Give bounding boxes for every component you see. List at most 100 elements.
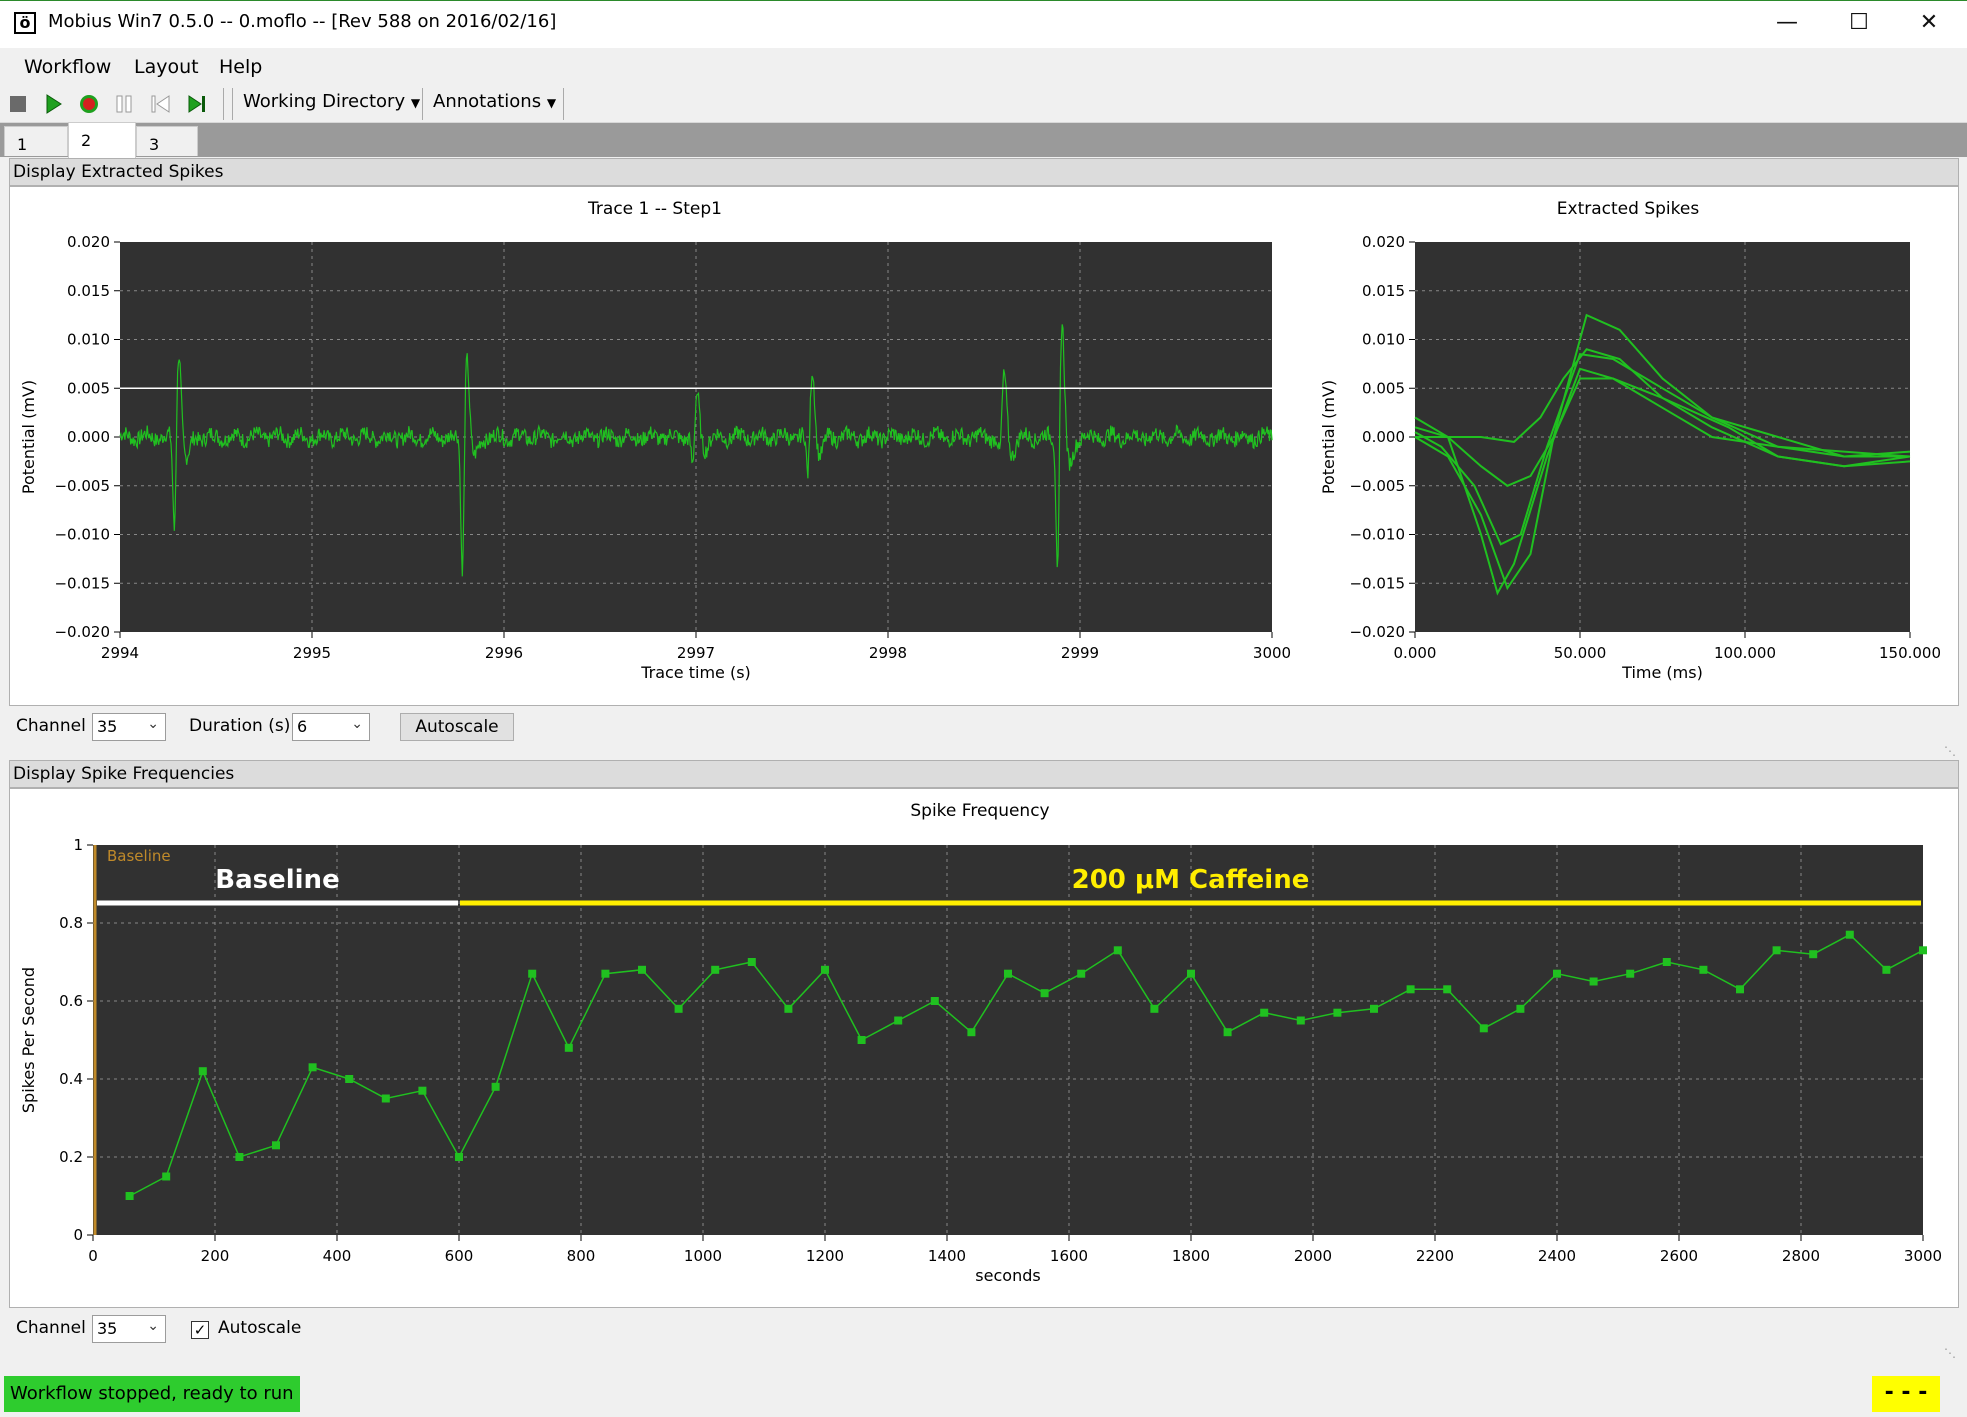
menu-help[interactable]: Help bbox=[219, 56, 262, 78]
frequency-point bbox=[455, 1153, 463, 1161]
x-tick-label: 1600 bbox=[1050, 1247, 1088, 1265]
frequency-point bbox=[1626, 969, 1635, 978]
channel-value: 35 bbox=[97, 717, 118, 736]
skip-back-icon[interactable] bbox=[151, 95, 171, 113]
status-indicator: - - - bbox=[1872, 1376, 1940, 1412]
x-tick-label: 2000 bbox=[1294, 1247, 1332, 1265]
toolbar-separator bbox=[422, 88, 423, 120]
trace-chart[interactable]: 2994 2995 2996 2997 2998 2999 3000 0.020 0.015 0.… bbox=[20, 222, 1300, 692]
channel-label: Channel bbox=[16, 1318, 86, 1338]
x-tick-label: 2998 bbox=[869, 644, 907, 662]
x-tick-label: 50.000 bbox=[1554, 644, 1607, 662]
autoscale-checkbox[interactable]: ✓ bbox=[191, 1321, 209, 1339]
spike-frequency-chart[interactable]: 0 200 400 600 800 1000 1200 1400 1600 1800 2000 220… bbox=[20, 828, 1960, 1298]
y-tick-label: 0.8 bbox=[59, 914, 83, 932]
x-tick-label: 600 bbox=[445, 1247, 474, 1265]
resize-grip-icon[interactable]: ⋱ bbox=[1944, 1346, 1956, 1360]
extracted-spikes-chart[interactable]: 0.000 50.000 100.000 150.000 0.020 0.015 0.010… bbox=[1320, 222, 1940, 692]
frequency-point bbox=[272, 1141, 280, 1150]
frequency-point bbox=[308, 1063, 317, 1072]
chevron-down-icon: ▼ bbox=[410, 96, 421, 110]
frequency-point bbox=[894, 1016, 903, 1025]
annotation-label: Baseline bbox=[215, 865, 339, 895]
x-tick-label: 1200 bbox=[806, 1247, 844, 1265]
y-axis-label: Potential (mV) bbox=[1320, 380, 1338, 494]
y-tick-label: −0.005 bbox=[1349, 477, 1405, 495]
channel-select[interactable]: 35 ⌄ bbox=[92, 713, 166, 741]
frequency-point bbox=[1772, 946, 1781, 955]
x-tick-label: 200 bbox=[201, 1247, 230, 1265]
duration-value: 6 bbox=[297, 717, 308, 736]
close-icon[interactable]: ✕ bbox=[1894, 0, 1964, 46]
y-tick-label: 0.010 bbox=[67, 331, 110, 349]
tab-1[interactable]: 1 bbox=[4, 126, 68, 156]
x-tick-label: 2994 bbox=[101, 644, 139, 662]
frequency-point bbox=[1882, 965, 1891, 974]
frequency-point bbox=[1333, 1008, 1342, 1017]
play-icon[interactable] bbox=[45, 94, 63, 114]
autoscale-label: Autoscale bbox=[218, 1318, 302, 1338]
x-tick-label: 1400 bbox=[928, 1247, 966, 1265]
annotations-dropdown[interactable]: Annotations ▼ bbox=[433, 91, 556, 112]
x-tick-label: 2600 bbox=[1660, 1247, 1698, 1265]
tab-2[interactable]: 2 bbox=[68, 122, 136, 158]
menu-layout[interactable]: Layout bbox=[134, 56, 199, 78]
y-tick-label: 0.015 bbox=[1362, 282, 1405, 300]
x-tick-label: 2995 bbox=[293, 644, 331, 662]
y-tick-label: 0.015 bbox=[67, 282, 110, 300]
chevron-down-icon: ⌄ bbox=[147, 716, 159, 732]
y-tick-label: 0.005 bbox=[67, 379, 110, 397]
frequency-point bbox=[1040, 989, 1049, 998]
x-axis-label: Time (ms) bbox=[1621, 663, 1703, 682]
x-tick-label: 2800 bbox=[1782, 1247, 1820, 1265]
y-tick-label: −0.010 bbox=[1349, 526, 1405, 544]
menu-workflow[interactable]: Workflow bbox=[24, 56, 111, 78]
frequency-point bbox=[1809, 950, 1818, 959]
pause-icon[interactable] bbox=[115, 95, 133, 113]
autoscale-button[interactable]: Autoscale bbox=[400, 713, 514, 741]
stop-icon[interactable] bbox=[10, 96, 26, 112]
resize-grip-icon[interactable]: ⋱ bbox=[1944, 744, 1956, 758]
x-tick-label: 3000 bbox=[1253, 644, 1291, 662]
maximize-icon[interactable]: ☐ bbox=[1824, 0, 1894, 46]
menu-bar bbox=[0, 48, 1967, 86]
channel-select[interactable]: 35 ⌄ bbox=[92, 1315, 166, 1343]
frequency-point bbox=[857, 1036, 866, 1044]
y-axis-label: Potential (mV) bbox=[20, 380, 38, 494]
record-icon[interactable] bbox=[79, 94, 99, 114]
y-tick-label: −0.015 bbox=[1349, 574, 1405, 592]
frequency-point bbox=[967, 1028, 976, 1037]
tab-3[interactable]: 3 bbox=[136, 126, 198, 156]
frequency-point bbox=[1443, 985, 1452, 994]
y-tick-label: 0.6 bbox=[59, 992, 83, 1010]
y-tick-label: 0 bbox=[73, 1226, 83, 1244]
panel-header-extracted-spikes: Display Extracted Spikes bbox=[9, 158, 1959, 186]
baseline-marker-label: Baseline bbox=[107, 847, 171, 865]
y-tick-label: −0.015 bbox=[54, 574, 110, 592]
frequency-point bbox=[198, 1067, 207, 1076]
toolbar-separator bbox=[223, 88, 224, 120]
chevron-down-icon: ⌄ bbox=[147, 1318, 159, 1334]
y-tick-label: 0.020 bbox=[1362, 233, 1405, 251]
annotations-label: Annotations bbox=[433, 91, 542, 112]
y-tick-label: 0.010 bbox=[1362, 331, 1405, 349]
x-tick-label: 1000 bbox=[684, 1247, 722, 1265]
frequency-point bbox=[674, 1004, 683, 1013]
app-icon: ö bbox=[14, 12, 36, 34]
working-directory-dropdown[interactable]: Working Directory ▼ bbox=[243, 91, 420, 112]
frequency-point bbox=[1919, 946, 1927, 955]
y-tick-label: 0.000 bbox=[67, 428, 110, 446]
frequency-point bbox=[235, 1153, 244, 1161]
chart-title-extracted-spikes: Extracted Spikes bbox=[1556, 199, 1700, 219]
frequency-point bbox=[125, 1192, 134, 1200]
minimize-icon[interactable]: — bbox=[1752, 0, 1822, 46]
duration-label: Duration (s) bbox=[189, 716, 291, 736]
toolbar-separator bbox=[232, 88, 233, 120]
y-tick-label: 0.000 bbox=[1362, 428, 1405, 446]
y-tick-label: 1 bbox=[73, 836, 83, 854]
duration-select[interactable]: 6 ⌄ bbox=[292, 713, 370, 741]
frequency-point bbox=[418, 1086, 427, 1095]
step-forward-icon[interactable] bbox=[187, 95, 207, 113]
x-tick-label: 2400 bbox=[1538, 1247, 1576, 1265]
y-tick-label: −0.020 bbox=[54, 623, 110, 641]
